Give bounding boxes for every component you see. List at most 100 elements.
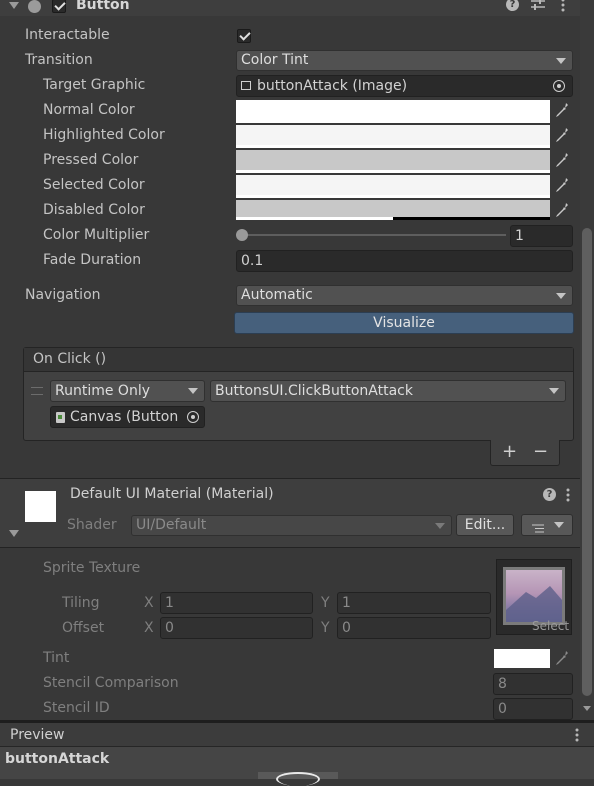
shader-value: UI/Default	[136, 517, 207, 533]
pressed-color-swatch[interactable]	[236, 150, 550, 173]
color-multiplier-value: 1	[515, 228, 524, 244]
onclick-header	[24, 348, 573, 372]
interactable-label: Interactable	[25, 27, 110, 43]
texture-thumbnail	[503, 567, 565, 625]
texture-select-label[interactable]: Select	[532, 619, 569, 633]
tint-color-swatch[interactable]	[494, 649, 550, 668]
fade-duration-value: 0.1	[241, 253, 264, 269]
offset-y-input[interactable]: 0	[337, 617, 491, 639]
edit-shader-button[interactable]: Edit...	[456, 514, 514, 536]
component-icon	[28, 0, 41, 13]
eyedropper-icon[interactable]	[552, 175, 572, 195]
sprite-texture-slot[interactable]: Select	[496, 559, 572, 635]
selected-color-swatch[interactable]	[236, 175, 550, 198]
preview-title: Preview	[10, 727, 65, 743]
pressed-color-label: Pressed Color	[43, 152, 139, 168]
onclick-title: On Click ()	[33, 351, 107, 367]
navigation-dropdown[interactable]: Automatic	[236, 285, 573, 306]
stencil-id-label: Stencil ID	[43, 700, 110, 716]
remove-listener-button[interactable]: −	[533, 441, 548, 462]
fade-duration-input[interactable]: 0.1	[236, 250, 573, 272]
list-icon	[532, 521, 544, 533]
event-object-field[interactable]: Canvas (Button	[50, 406, 205, 428]
color-multiplier-label: Color Multiplier	[43, 227, 150, 243]
selected-color-label: Selected Color	[43, 177, 145, 193]
offset-x-input[interactable]: 0	[160, 617, 313, 639]
scroll-down-icon[interactable]	[583, 706, 591, 711]
interactable-checkbox[interactable]	[237, 29, 251, 43]
stencil-id-input[interactable]: 0	[493, 698, 573, 720]
component-enabled-checkbox[interactable]	[52, 0, 66, 13]
transition-label: Transition	[25, 52, 93, 68]
offset-x-label: X	[144, 620, 154, 636]
chevron-down-icon	[556, 58, 566, 64]
eyedropper-icon[interactable]	[552, 100, 572, 120]
shader-label: Shader	[67, 517, 117, 533]
tiling-y-value: 1	[342, 595, 351, 611]
eyedropper-icon[interactable]	[552, 150, 572, 170]
normal-color-swatch[interactable]	[236, 100, 550, 123]
event-object-value: Canvas (Button	[70, 409, 179, 425]
foldout-arrow-icon[interactable]	[9, 530, 19, 537]
transition-value: Color Tint	[241, 52, 309, 68]
disabled-color-alpha-bar	[236, 217, 550, 220]
foldout-arrow-icon[interactable]	[9, 2, 19, 9]
chevron-down-icon	[549, 388, 559, 394]
chevron-down-icon	[188, 388, 198, 394]
stencil-comparison-label: Stencil Comparison	[43, 675, 179, 691]
tiling-x-input[interactable]: 1	[160, 592, 313, 614]
divider	[0, 547, 594, 548]
disabled-color-label: Disabled Color	[43, 202, 145, 218]
object-picker-icon[interactable]	[187, 411, 199, 423]
material-preview-swatch	[25, 491, 56, 522]
offset-label: Offset	[62, 620, 105, 636]
edit-shader-label: Edit...	[464, 517, 506, 533]
offset-y-value: 0	[342, 620, 351, 636]
stencil-comparison-input[interactable]: 8	[493, 673, 573, 695]
preview-image	[258, 772, 338, 786]
stencil-comparison-value: 8	[498, 676, 507, 692]
tint-label: Tint	[43, 650, 70, 666]
preview-header	[0, 723, 594, 747]
tiling-y-input[interactable]: 1	[337, 592, 491, 614]
runtime-dropdown[interactable]: Runtime Only	[50, 380, 205, 402]
preview-object-name: buttonAttack	[5, 751, 110, 767]
chevron-down-icon	[554, 522, 564, 528]
runtime-value: Runtime Only	[55, 383, 150, 399]
stencil-id-value: 0	[498, 701, 507, 717]
context-menu-icon[interactable]	[566, 488, 570, 502]
chevron-down-icon	[435, 523, 445, 529]
drag-handle-icon[interactable]	[31, 387, 43, 395]
color-multiplier-input[interactable]: 1	[510, 225, 573, 247]
shader-dropdown[interactable]: UI/Default	[131, 515, 452, 536]
navigation-value: Automatic	[241, 287, 313, 303]
disabled-color-swatch[interactable]	[236, 200, 550, 217]
help-icon[interactable]: ?	[543, 488, 556, 501]
object-picker-icon[interactable]	[553, 80, 565, 92]
color-multiplier-slider-track[interactable]	[240, 234, 506, 236]
add-listener-button[interactable]: +	[502, 441, 517, 462]
component-title: Button	[76, 0, 130, 13]
presets-icon[interactable]	[531, 0, 545, 10]
eyedropper-icon[interactable]	[552, 125, 572, 145]
transition-dropdown[interactable]: Color Tint	[236, 50, 573, 71]
tiling-x-label: X	[144, 595, 154, 611]
scrollbar-thumb[interactable]	[582, 228, 592, 696]
offset-x-value: 0	[165, 620, 174, 636]
color-multiplier-slider-thumb[interactable]	[236, 229, 248, 241]
chevron-down-icon	[556, 293, 566, 299]
shader-options-button[interactable]	[521, 514, 573, 536]
image-icon	[241, 81, 251, 90]
visualize-label: Visualize	[373, 315, 435, 331]
eyedropper-icon[interactable]	[552, 648, 572, 668]
visualize-button[interactable]: Visualize	[234, 312, 574, 334]
normal-color-label: Normal Color	[43, 102, 135, 118]
tiling-x-value: 1	[165, 595, 174, 611]
function-dropdown[interactable]: ButtonsUI.ClickButtonAttack	[210, 380, 566, 402]
eyedropper-icon[interactable]	[552, 200, 572, 220]
navigation-label: Navigation	[25, 287, 101, 303]
context-menu-icon[interactable]	[575, 728, 579, 742]
context-menu-icon[interactable]	[561, 0, 565, 12]
highlighted-color-swatch[interactable]	[236, 125, 550, 148]
target-graphic-field[interactable]: buttonAttack (Image)	[236, 75, 573, 97]
